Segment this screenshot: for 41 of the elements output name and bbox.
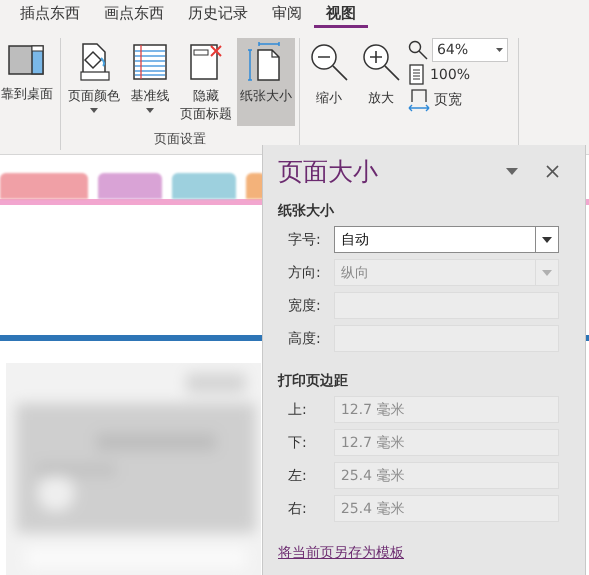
field-label: 右:: [288, 500, 308, 518]
field-label: 高度:: [288, 330, 322, 348]
template-link[interactable]: 将当前页另存为模板: [278, 544, 404, 562]
menu-tab[interactable]: 视图: [314, 0, 368, 28]
ribbon-button[interactable]: 基准线: [125, 38, 175, 126]
ribbon-button[interactable]: 缩小: [304, 38, 354, 126]
menu-tab[interactable]: 画点东西: [92, 0, 176, 28]
field-label: 下:: [288, 434, 308, 452]
zoom-dropdown[interactable]: 64%: [432, 38, 508, 62]
pane-title: 页面大小: [278, 156, 378, 188]
section-tab[interactable]: [0, 173, 88, 199]
section-title: 打印页边距: [278, 372, 349, 390]
ribbon-button[interactable]: 页面颜色: [65, 38, 123, 126]
field-label: 上:: [288, 400, 308, 418]
close-icon[interactable]: [546, 165, 559, 178]
page-width-icon: [408, 88, 430, 112]
caret-icon: [542, 270, 552, 276]
field-label: 字号:: [288, 230, 322, 248]
page-width-button[interactable]: 页宽: [408, 88, 508, 112]
ribbon-button[interactable]: 放大: [356, 38, 406, 126]
page-icon: [408, 64, 426, 86]
actual-size-button[interactable]: 100%: [408, 64, 508, 86]
menu-tab[interactable]: 插点东西: [8, 0, 92, 28]
ribbon-button[interactable]: 纸张大小: [237, 38, 295, 126]
caret-icon: [496, 48, 503, 52]
section-title: 纸张大小: [278, 202, 336, 220]
section-tab[interactable]: [172, 173, 236, 199]
field-label: 方向:: [288, 264, 322, 282]
caret-icon: [542, 236, 552, 242]
section-tab[interactable]: [98, 173, 162, 199]
menu-tab[interactable]: 历史记录: [176, 0, 260, 28]
dropdown-field[interactable]: 自动: [334, 226, 559, 253]
group-label: 页面设置: [153, 131, 207, 149]
ruled-lines-icon: [131, 42, 169, 82]
caret-icon[interactable]: [506, 168, 518, 175]
search-icon: [408, 40, 428, 60]
ribbon-button[interactable]: 隐藏 页面标题: [177, 38, 235, 126]
dock-to-desktop-button[interactable]: 靠到桌面: [0, 38, 56, 126]
menu-tab[interactable]: 审阅: [260, 0, 314, 28]
field-label: 宽度:: [288, 296, 322, 314]
field-label: 左:: [288, 466, 308, 484]
